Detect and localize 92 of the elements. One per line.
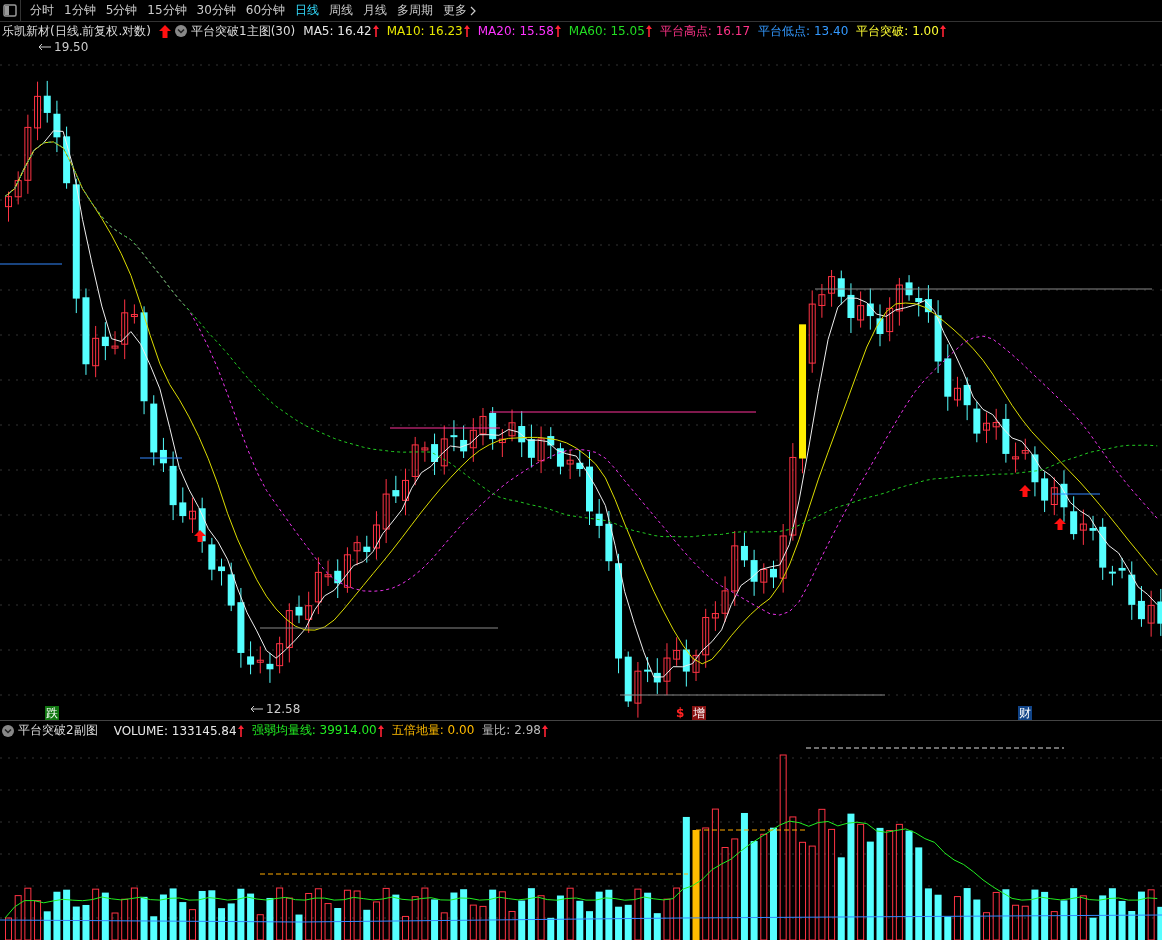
candlestick (963, 376, 971, 421)
candlestick (905, 274, 913, 302)
candlestick (169, 451, 177, 521)
candlestick (189, 497, 196, 534)
candlestick (208, 537, 216, 581)
candlestick (266, 652, 274, 684)
candlestick (634, 661, 642, 719)
stock-title: 乐凯新材(日线.前复权.对数) (2, 22, 151, 40)
candlestick (14, 170, 22, 205)
candlestick (402, 468, 409, 516)
period-tab[interactable]: 日线 (290, 0, 325, 21)
candlestick (595, 498, 603, 539)
candlestick (179, 486, 187, 524)
period-tab[interactable]: 5分钟 (100, 0, 143, 21)
candlestick (382, 478, 390, 544)
indicator-value: MA10: 16.23 (386, 24, 463, 38)
period-tab[interactable]: 60分钟 (240, 0, 291, 21)
candlestick (770, 560, 777, 589)
candlestick (1147, 590, 1155, 638)
low-price-label: 12.58 (266, 702, 301, 716)
event-badge[interactable]: 财 (1018, 706, 1032, 720)
candlestick (392, 475, 400, 504)
chevron-right-icon (470, 5, 477, 16)
dollar-marker[interactable]: $ (676, 706, 685, 720)
candlestick (605, 510, 613, 572)
period-tab[interactable]: 更多 (438, 0, 482, 21)
indicator-value: 平台突破: 1.00 (856, 22, 939, 40)
period-tab[interactable]: 多周期 (392, 0, 439, 21)
indicator-value: MA5: 16.42 (303, 24, 372, 38)
period-tab[interactable]: 1分钟 (59, 0, 101, 21)
pointer-arrow-icon (250, 705, 264, 713)
dropdown-icon[interactable] (2, 724, 14, 737)
candlestick (847, 282, 855, 334)
pointer-arrow-icon (38, 43, 52, 51)
indicator-value: MA20: 15.58 (477, 24, 554, 38)
period-tab[interactable]: 30分钟 (191, 0, 241, 21)
candlestick (663, 642, 671, 696)
candlestick (1002, 403, 1010, 464)
candlestick (295, 595, 303, 624)
candlestick (5, 191, 12, 223)
candlestick (760, 562, 768, 595)
indicator-value: 五倍地量: 0.00 (391, 722, 475, 739)
indicator-name[interactable]: 平台突破1主图(30) (191, 22, 296, 40)
candlestick (1157, 588, 1162, 637)
candlestick (411, 436, 419, 486)
candlestick (353, 535, 361, 566)
up-arrow-icon (194, 530, 206, 542)
candlestick (324, 560, 332, 587)
period-tab[interactable]: 分时 (25, 0, 59, 21)
dropdown-icon[interactable] (175, 25, 187, 37)
indicator-value: VOLUME: 133145.84 (113, 723, 237, 738)
up-arrow-icon (1054, 518, 1066, 530)
candlestick (992, 408, 1000, 441)
candlestick (1031, 445, 1039, 497)
period-tab[interactable]: 15分钟 (142, 0, 192, 21)
candlestick (566, 450, 574, 480)
candlestick (479, 407, 487, 446)
candlestick (450, 419, 458, 452)
indicator-value: 平台低点: 13.40 (758, 22, 849, 40)
candlestick (750, 549, 758, 597)
candlestick (1060, 469, 1068, 523)
event-badge[interactable]: 增 (692, 706, 706, 720)
platform-line (0, 263, 63, 265)
candlestick (692, 649, 700, 682)
candlestick (779, 523, 787, 594)
indicator-name[interactable]: 平台突破2副图 (18, 722, 98, 739)
candlestick (576, 449, 584, 478)
indicator-value: MA60: 15.05 (568, 24, 645, 38)
period-tab[interactable]: 月线 (358, 0, 393, 21)
indicator-value: 平台高点: 16.17 (659, 22, 751, 40)
candlestick (537, 426, 545, 474)
period-tab[interactable]: 周线 (324, 0, 359, 21)
candlestick (973, 401, 981, 443)
platform-line (1051, 493, 1101, 495)
candlestick (876, 303, 884, 347)
high-price-label: 19.50 (54, 40, 89, 54)
event-badge[interactable]: 跌 (45, 706, 59, 720)
candlestick (111, 330, 119, 355)
sidebar-toggle-icon[interactable] (0, 0, 21, 22)
up-arrow-icon (159, 24, 171, 38)
candlestick (1118, 557, 1126, 579)
candlestick (983, 411, 990, 444)
candlestick (53, 100, 61, 153)
candlestick (818, 283, 826, 319)
candlestick (1089, 515, 1097, 541)
candlestick (421, 441, 429, 463)
candlestick (721, 575, 729, 623)
platform-line (139, 457, 183, 459)
up-arrow-icon (1019, 485, 1031, 497)
indicator-value: 强弱均量线: 39914.00 (251, 722, 377, 739)
candlestick (508, 409, 516, 442)
indicator-value: 量比: 2.98 (482, 722, 541, 739)
